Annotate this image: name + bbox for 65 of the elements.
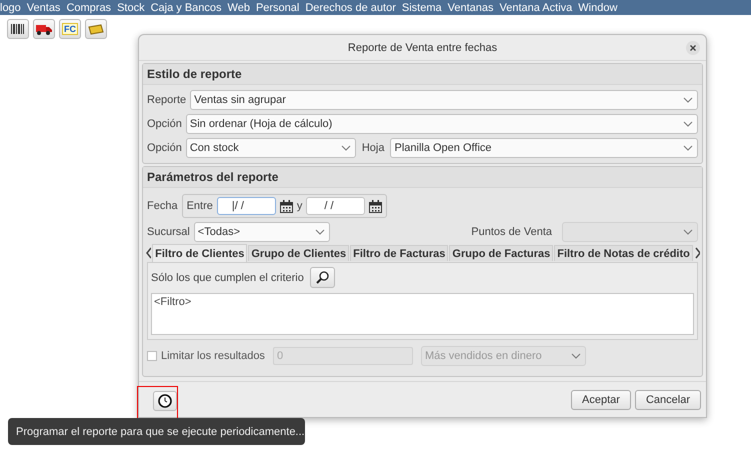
- caret-icon: [340, 144, 351, 152]
- toolbar-button[interactable]: [33, 19, 55, 39]
- caret-icon: [683, 228, 693, 236]
- criteria-label: Sólo los que cumplen el criterio: [151, 272, 304, 284]
- date-field[interactable]: |/ /: [216, 197, 276, 215]
- filter-field[interactable]: <Filtro>: [151, 293, 694, 335]
- menu-item[interactable]: Sistema: [402, 2, 442, 14]
- dialog-button[interactable]: Cancelar: [634, 390, 701, 410]
- tab[interactable]: Grupo de Facturas: [449, 245, 554, 261]
- field-label: Puntos de Venta: [471, 226, 552, 238]
- chevron-left-icon[interactable]: [145, 247, 152, 259]
- option-dropdown[interactable]: Con stock: [186, 138, 356, 158]
- schedule-button[interactable]: [153, 391, 177, 411]
- document-icon: FC: [62, 23, 78, 35]
- menu-item[interactable]: Ventana Activa: [499, 2, 572, 14]
- field-label: Hoja: [362, 142, 384, 154]
- menu-item[interactable]: Personal: [256, 2, 300, 14]
- toolbar-button[interactable]: FC: [59, 19, 81, 39]
- search-button[interactable]: [310, 267, 335, 288]
- report-dropdown[interactable]: Ventas sin agrupar: [190, 90, 698, 110]
- tab[interactable]: Filtro de Notas de crédito: [554, 245, 693, 261]
- menu-item[interactable]: Web: [228, 2, 250, 14]
- date-field[interactable]: / /: [306, 197, 366, 215]
- option-dropdown[interactable]: Sin ordenar (Hoja de cálculo): [186, 114, 698, 134]
- menu-item[interactable]: Caja y Bancos: [150, 2, 222, 14]
- field-label: Entre: [186, 200, 213, 212]
- tooltip: Programar el reporte para que se ejecute periodicamente...: [8, 418, 305, 445]
- tab[interactable]: Filtro de Facturas: [350, 245, 448, 261]
- field-label: Opción: [147, 142, 182, 154]
- menu-item[interactable]: Ventas: [26, 2, 60, 14]
- close-icon[interactable]: [686, 41, 700, 55]
- section-title: Estilo de reporte: [143, 64, 702, 85]
- menu-item[interactable]: Ventanas: [448, 2, 494, 14]
- toolbar-button[interactable]: [7, 19, 29, 39]
- field-label: Sucursal: [147, 226, 190, 238]
- field-label: Reporte: [147, 94, 186, 106]
- tab[interactable]: Filtro de Clientes: [152, 244, 248, 262]
- menu-item[interactable]: Stock: [117, 2, 145, 14]
- menu-item[interactable]: Window: [578, 2, 618, 14]
- caret-icon: [570, 352, 581, 360]
- calendar-icon[interactable]: [369, 200, 382, 212]
- calendar-icon[interactable]: [280, 200, 293, 212]
- ticket-icon: [88, 24, 104, 34]
- field-label: Opción: [147, 118, 182, 130]
- menu-item[interactable]: Derechos de autor: [305, 2, 396, 14]
- search-icon: [316, 271, 329, 284]
- menu-item[interactable]: logo: [0, 2, 21, 14]
- barcode-icon: [11, 24, 25, 34]
- tab[interactable]: Grupo de Clientes: [248, 245, 350, 261]
- caret-icon: [314, 228, 325, 236]
- truck-icon: [36, 24, 52, 34]
- caret-icon: [683, 96, 693, 104]
- menu-item[interactable]: Compras: [66, 2, 112, 14]
- sheet-dropdown[interactable]: Planilla Open Office: [390, 138, 698, 158]
- field-label: y: [296, 200, 302, 212]
- field-label: Fecha: [147, 200, 178, 212]
- dialog-button[interactable]: Aceptar: [571, 390, 631, 410]
- chevron-right-icon[interactable]: [694, 247, 700, 259]
- field-label: Limitar los resultados: [161, 350, 265, 362]
- window-title: Reporte de Venta entre fechas: [348, 42, 498, 54]
- section-title: Parámetros del reporte: [143, 167, 702, 188]
- caret-icon: [683, 144, 693, 152]
- caret-icon: [683, 120, 693, 128]
- branch-dropdown[interactable]: <Todas>: [194, 222, 330, 242]
- clock-icon: [158, 394, 172, 408]
